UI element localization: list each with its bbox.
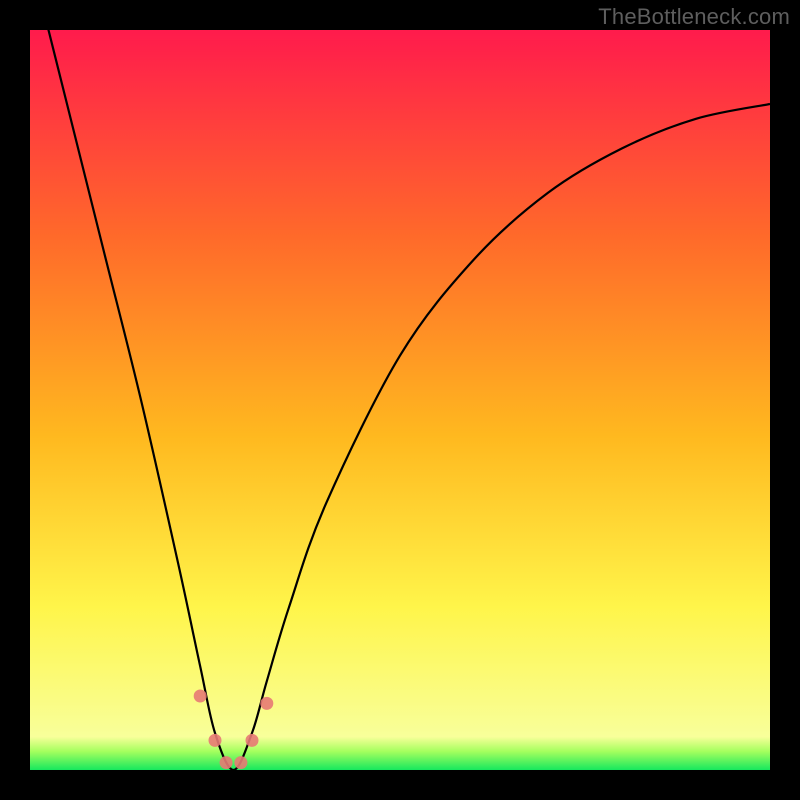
marker-dot [234,756,247,769]
watermark-text: TheBottleneck.com [598,4,790,30]
marker-dot [209,734,222,747]
marker-dot [246,734,259,747]
chart-plot-area [30,30,770,770]
marker-dot [194,690,207,703]
marker-dot [260,697,273,710]
chart-svg [30,30,770,770]
marker-dot [220,756,233,769]
outer-frame: TheBottleneck.com [0,0,800,800]
